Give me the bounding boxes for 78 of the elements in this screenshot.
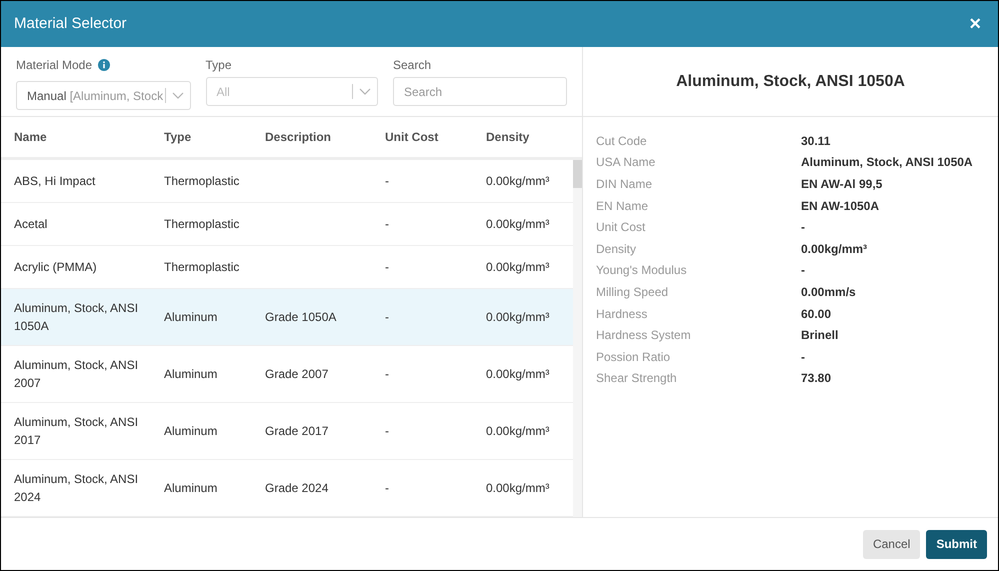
property-value: 0.00kg/mm³ — [801, 240, 868, 258]
property-label: DIN Name — [596, 176, 654, 193]
property-label: USA Name — [596, 154, 656, 172]
description-cell: Grade 2007 — [265, 367, 328, 381]
type-cell: Thermoplastic — [164, 174, 240, 188]
property-value: EN AW-Al 99,5 — [801, 176, 882, 193]
field-label: Search — [393, 57, 432, 70]
density-cell: 0.00kg/mm³ — [486, 481, 550, 495]
density-cell: 0.00kg/mm³ — [486, 260, 550, 274]
property-value: Aluminum, Stock, ANSI 1050A — [801, 154, 973, 172]
property-label: Hardness System — [596, 327, 692, 344]
column-header: Name — [14, 130, 47, 144]
property-value: EN AW-1050A — [801, 198, 880, 215]
description-cell: Grade 2024 — [265, 481, 328, 495]
property-value: Brinell — [801, 327, 838, 344]
description-cell: Grade 1050A — [265, 310, 336, 324]
name-cell: Aluminum, Stock, ANSI 2024 — [14, 472, 138, 504]
name-cell: ABS, Hi Impact — [14, 174, 96, 188]
column-header: Type — [164, 130, 192, 144]
property-label: Possion Ratio — [596, 348, 672, 366]
unit-cost-cell: - — [385, 260, 389, 274]
density-cell: 0.00kg/mm³ — [486, 367, 550, 381]
property-value: - — [801, 348, 805, 366]
type-cell: Thermoplastic — [164, 260, 240, 274]
name-cell: Aluminum, Stock, ANSI 2007 — [14, 358, 138, 390]
field-label: Material Mode — [16, 57, 92, 74]
cancel-button[interactable]: Cancel — [862, 530, 920, 558]
unit-cost-cell: - — [385, 481, 389, 495]
name-cell: Aluminum, Stock, ANSI 1050A — [14, 301, 138, 333]
property-value: 73.80 — [801, 370, 832, 388]
property-label: EN Name — [596, 198, 650, 215]
chevron-down-icon — [359, 88, 371, 96]
unit-cost-cell: - — [385, 217, 389, 231]
type-cell: Aluminum — [164, 481, 218, 495]
close-button[interactable]: × — [969, 14, 981, 34]
scrollbar[interactable] — [573, 160, 582, 517]
property-label: Hardness — [596, 306, 648, 323]
property-label: Shear Strength — [596, 370, 678, 388]
name-cell: Acetal — [14, 217, 48, 231]
column-header: Description — [265, 130, 332, 144]
unit-cost-cell: - — [385, 367, 389, 381]
property-label: Density — [596, 240, 638, 258]
property-label: Milling Speed — [596, 284, 670, 301]
mode-dropdown[interactable]: Manual [Aluminum, Stock — [16, 81, 190, 110]
dropdown-value: Manual [Aluminum, Stock — [27, 88, 164, 104]
property-value: - — [801, 219, 805, 236]
submit-button[interactable]: Submit — [926, 530, 987, 558]
type-cell: Aluminum — [164, 424, 218, 438]
density-cell: 0.00kg/mm³ — [486, 217, 550, 231]
unit-cost-cell: - — [385, 174, 389, 188]
chevron-down-icon — [172, 92, 184, 100]
unit-cost-cell: - — [385, 310, 389, 324]
detail-title: Aluminum, Stock, ANSI 1050A — [676, 72, 905, 92]
type-cell: Aluminum — [164, 310, 218, 324]
property-value: - — [801, 262, 805, 280]
dropdown-value: All — [216, 84, 231, 100]
density-cell: 0.00kg/mm³ — [486, 424, 550, 438]
property-value: 0.00mm/s — [801, 284, 856, 301]
search-field[interactable]: Search — [393, 77, 567, 106]
type-cell: Thermoplastic — [164, 217, 240, 231]
name-cell: Acrylic (PMMA) — [14, 260, 97, 274]
description-cell: Grade 2017 — [265, 424, 328, 438]
window-title: Material Selector — [14, 14, 127, 34]
density-cell: 0.00kg/mm³ — [486, 174, 550, 188]
property-label: Unit Cost — [596, 219, 646, 236]
density-cell: 0.00kg/mm³ — [486, 310, 550, 324]
table-row[interactable]: Aluminum, Stock, ANSI 1050A Aluminum Grade 1050A - 0.00kg/mm³ — [1, 289, 573, 346]
field-label: Type — [206, 57, 233, 70]
name-cell: Aluminum, Stock, ANSI 2017 — [14, 415, 138, 447]
info-icon[interactable] — [98, 59, 110, 71]
property-label: Young's Modulus — [596, 262, 688, 280]
column-header: Density — [486, 130, 530, 144]
unit-cost-cell: - — [385, 424, 389, 438]
property-label: Cut Code — [596, 132, 648, 150]
type-cell: Aluminum — [164, 367, 218, 381]
property-value: 30.11 — [801, 132, 830, 150]
column-header: Unit Cost — [385, 130, 438, 144]
property-value: 60.00 — [801, 306, 832, 323]
